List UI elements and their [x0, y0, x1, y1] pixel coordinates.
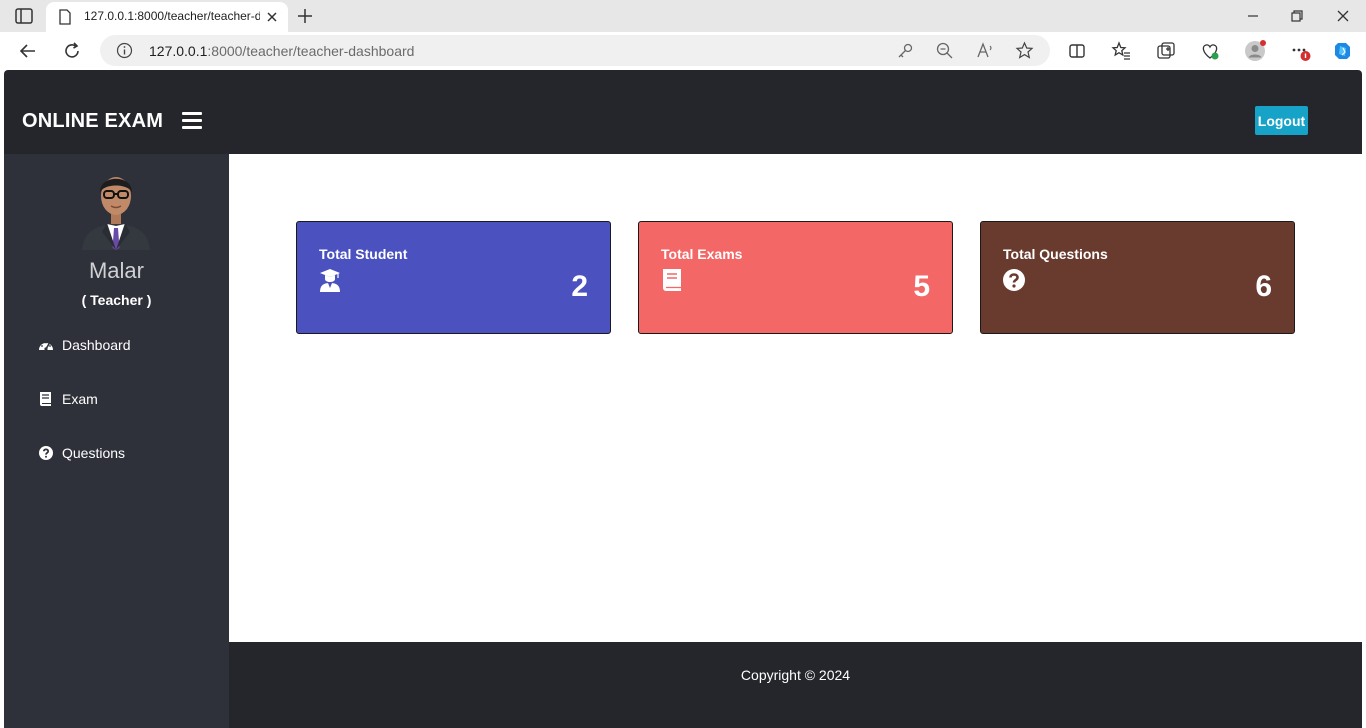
close-window-icon[interactable] [1332, 5, 1354, 27]
restore-icon[interactable] [1286, 5, 1308, 27]
profile-avatar-icon[interactable] [1244, 40, 1266, 62]
card-value: 2 [571, 270, 588, 303]
copyright-text: Copyright © 2024 [740, 667, 851, 683]
collections-icon[interactable] [1155, 40, 1177, 62]
url-host: 127.0.0.1 [149, 43, 208, 59]
url-text[interactable]: 127.0.0.1:8000/teacher/teacher-dashboard [149, 43, 414, 59]
sidebar-item-label: Dashboard [62, 337, 131, 353]
question-circle-icon [39, 446, 53, 460]
split-screen-icon[interactable] [1066, 40, 1088, 62]
site-info-icon[interactable] [116, 42, 133, 59]
sidebar-item-label: Exam [62, 391, 98, 407]
hamburger-line [182, 126, 202, 129]
sidebar-item-label: Questions [62, 445, 126, 461]
card-title: Total Questions [1003, 246, 1108, 262]
browser-tab[interactable]: 127.0.0.1:8000/teacher/teacher-dashboard [46, 2, 288, 32]
browser-tab-strip: 127.0.0.1:8000/teacher/teacher-dashboard [0, 0, 1366, 32]
card-value: 6 [1255, 270, 1272, 303]
question-circle-icon [1003, 269, 1025, 291]
tab-actions-icon[interactable] [14, 7, 34, 25]
close-tab-icon[interactable] [264, 9, 280, 25]
sidebar-item-questions[interactable]: Questions [38, 442, 125, 464]
sidebar-item-exam[interactable]: Exam [38, 388, 98, 410]
book-icon [663, 269, 681, 291]
sidebar-item-dashboard[interactable]: Dashboard [38, 334, 131, 356]
teacher-avatar [82, 177, 150, 250]
browser-toolbar: 127.0.0.1:8000/teacher/teacher-dashboard [0, 32, 1366, 70]
copilot-icon[interactable] [1332, 40, 1354, 62]
more-menu-icon[interactable] [1289, 40, 1311, 62]
favorites-icon[interactable] [1110, 40, 1132, 62]
browser-essentials-icon[interactable] [1199, 40, 1221, 62]
favorite-star-icon[interactable] [1015, 41, 1034, 60]
user-role: ( Teacher ) [81, 292, 152, 308]
page-icon [59, 9, 71, 25]
graduate-icon [320, 269, 340, 292]
logout-button[interactable]: Logout [1255, 106, 1308, 135]
user-name: Malar [88, 258, 144, 283]
sidebar: Malar ( Teacher ) Dashboard Exam Questio… [4, 154, 229, 728]
minimize-icon[interactable] [1242, 5, 1264, 27]
tachometer-icon [39, 341, 53, 351]
card-title: Total Student [319, 246, 408, 262]
hamburger-line [182, 119, 202, 122]
refresh-icon[interactable] [61, 40, 83, 62]
card-value: 5 [913, 270, 930, 303]
stat-card-total-questions: Total Questions 6 [980, 221, 1295, 334]
hamburger-menu-icon[interactable] [182, 112, 202, 130]
dashboard-content: Total Student 2 Total Exams 5 Total Ques… [229, 154, 1362, 642]
zoom-out-icon[interactable] [935, 41, 954, 60]
back-icon[interactable] [17, 40, 39, 62]
book-icon [40, 392, 51, 406]
read-aloud-icon[interactable] [976, 41, 995, 60]
app-window: ONLINE EXAM Logout Malar ( Teacher ) Das… [4, 70, 1362, 728]
stat-card-total-student: Total Student 2 [296, 221, 611, 334]
stat-card-total-exams: Total Exams 5 [638, 221, 953, 334]
hamburger-line [182, 112, 202, 115]
app-brand[interactable]: ONLINE EXAM [22, 110, 163, 133]
card-title: Total Exams [661, 246, 743, 262]
key-icon[interactable] [896, 41, 915, 60]
address-bar[interactable]: 127.0.0.1:8000/teacher/teacher-dashboard [100, 35, 1050, 66]
top-navbar: ONLINE EXAM Logout [4, 70, 1362, 154]
page-footer: Copyright © 2024 [229, 642, 1362, 728]
new-tab-icon[interactable] [294, 5, 316, 27]
url-path: :8000/teacher/teacher-dashboard [207, 43, 415, 59]
tab-title: 127.0.0.1:8000/teacher/teacher-dashboard [84, 9, 260, 23]
